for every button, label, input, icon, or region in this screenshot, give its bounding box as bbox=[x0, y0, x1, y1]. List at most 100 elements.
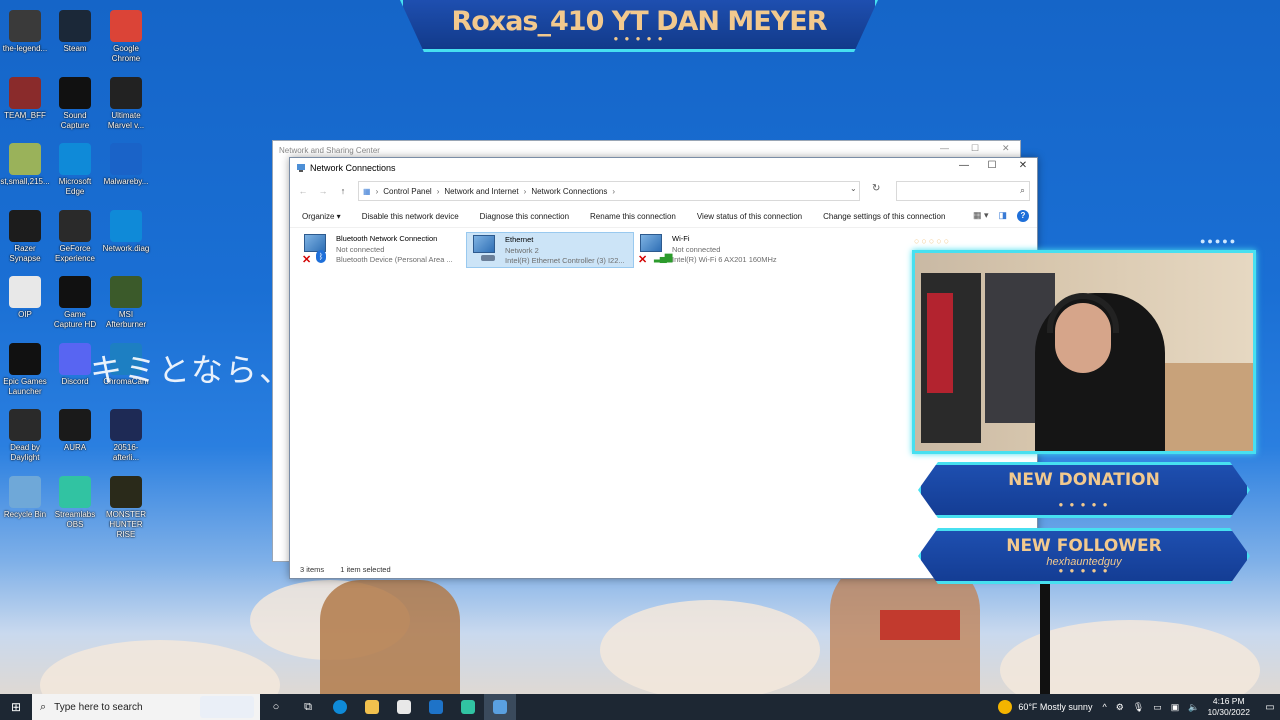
desktop-icon[interactable]: Razer Synapse bbox=[0, 206, 50, 264]
desktop-icon[interactable]: Malwareby... bbox=[101, 139, 151, 187]
desktop-icon[interactable]: MSI Afterburner bbox=[101, 272, 151, 330]
desktop-icon[interactable]: OIP bbox=[0, 272, 50, 320]
app-icon bbox=[110, 209, 142, 242]
network-tray-icon[interactable]: ▣ bbox=[1171, 702, 1180, 713]
connection-name: Wi-Fi bbox=[672, 234, 690, 243]
search-box[interactable]: ⌕ bbox=[896, 181, 1030, 202]
minimize-icon[interactable]: — bbox=[940, 143, 949, 153]
close-icon[interactable]: ✕ bbox=[1011, 160, 1035, 171]
tray-app-icon[interactable]: ⚙ bbox=[1116, 702, 1124, 713]
desktop-icon[interactable]: Network.diag bbox=[101, 206, 151, 254]
streamlabs-taskbar-icon[interactable] bbox=[452, 694, 484, 720]
app-icon bbox=[59, 76, 91, 109]
desktop-icon-label: MSI Afterburner bbox=[105, 310, 147, 329]
forward-arrow-icon[interactable]: → bbox=[316, 186, 330, 196]
desktop-icon-label: Ultimate Marvel v... bbox=[107, 110, 145, 130]
network-adapter-icon: ✕ ▂▄▆ bbox=[638, 234, 673, 266]
desktop-icon[interactable]: AURA bbox=[50, 405, 100, 453]
taskbar-search[interactable]: ⌕ Type here to search bbox=[32, 694, 260, 720]
diagnose-connection-button[interactable]: Diagnose this connection bbox=[480, 212, 569, 221]
desktop-icon[interactable]: the-legend... bbox=[0, 6, 50, 54]
task-view-icon[interactable]: ⧉ bbox=[292, 694, 324, 720]
stream-banner: Roxas_410 YT DAN MEYER ● ● ● ● ● bbox=[400, 0, 878, 52]
weather-widget[interactable]: 60°F Mostly sunny bbox=[998, 700, 1092, 714]
microphone-icon[interactable]: 🎙 bbox=[1133, 702, 1144, 713]
app-icon bbox=[59, 409, 91, 441]
connection-item-bluetooth[interactable]: ✕ ᛒ Bluetooth Network Connection Not con… bbox=[298, 232, 466, 268]
clock-date: 10/30/2022 bbox=[1207, 707, 1250, 717]
breadcrumb-item[interactable]: Network and Internet bbox=[444, 187, 518, 196]
up-arrow-icon[interactable]: ↑ bbox=[336, 186, 350, 196]
network-connections-taskbar-icon[interactable] bbox=[484, 694, 516, 720]
desktop-icon[interactable]: GeForce Experience bbox=[50, 206, 100, 264]
desktop-icon-label: Epic Games Launcher bbox=[3, 376, 47, 396]
address-history-dropdown-icon[interactable]: ⌄ bbox=[850, 184, 857, 193]
desktop-icon[interactable]: st,small,215... bbox=[0, 139, 50, 187]
desktop-icon[interactable]: Dead by Daylight bbox=[0, 405, 50, 463]
ethernet-cable-icon bbox=[481, 255, 495, 261]
notification-center-icon[interactable]: ▭ bbox=[1260, 702, 1280, 713]
desktop-icon-label: Malwareby... bbox=[103, 177, 149, 186]
cortana-icon[interactable]: ○ bbox=[260, 694, 292, 720]
maximize-icon[interactable]: ☐ bbox=[971, 143, 979, 154]
wifi-signal-icon: ▂▄▆ bbox=[654, 252, 673, 263]
rename-connection-button[interactable]: Rename this connection bbox=[590, 212, 676, 221]
desktop-icon[interactable]: Recycle Bin bbox=[0, 472, 50, 520]
clock[interactable]: 4:16 PM 10/30/2022 bbox=[1207, 696, 1250, 718]
preview-pane-icon[interactable]: ◨ bbox=[998, 210, 1007, 222]
desktop-icon[interactable]: Game Capture HD bbox=[50, 272, 100, 330]
desktop-icon[interactable]: MONSTER HUNTER RISE bbox=[101, 472, 151, 540]
webcam-frame-dots: ●●●●● bbox=[1200, 236, 1238, 246]
app-icon bbox=[59, 10, 91, 42]
taskbar-search-placeholder: Type here to search bbox=[54, 701, 143, 713]
status-bar: 3 items 1 item selected bbox=[300, 565, 391, 574]
desktop-icon[interactable]: Google Chrome bbox=[101, 6, 151, 64]
store-icon[interactable] bbox=[388, 694, 420, 720]
change-view-icon[interactable]: ▦ ▾ bbox=[973, 210, 989, 222]
desktop-icon[interactable]: Sound Capture bbox=[50, 73, 100, 131]
item-count: 3 items bbox=[300, 565, 325, 574]
close-icon[interactable]: ✕ bbox=[1002, 143, 1010, 154]
desktop-icon[interactable]: Streamlabs OBS bbox=[50, 472, 100, 530]
connection-device: Bluetooth Device (Personal Area ... bbox=[336, 255, 453, 264]
organize-button[interactable]: Organize ▾ bbox=[302, 212, 341, 221]
disable-device-button[interactable]: Disable this network device bbox=[362, 212, 459, 221]
window-titlebar[interactable]: Network Connections bbox=[290, 158, 1037, 178]
search-icon[interactable]: ⌕ bbox=[1020, 185, 1025, 196]
desktop-icon[interactable]: Epic Games Launcher bbox=[0, 339, 50, 397]
desktop-icon[interactable]: 20516-afterli... bbox=[101, 405, 151, 463]
maximize-icon[interactable]: ☐ bbox=[980, 160, 1004, 171]
mail-icon[interactable] bbox=[420, 694, 452, 720]
connection-item-ethernet[interactable]: Ethernet Network 2 Intel(R) Ethernet Con… bbox=[466, 232, 634, 268]
desktop-icon[interactable]: Ultimate Marvel v... bbox=[101, 73, 151, 131]
network-adapter-icon: ✕ ᛒ bbox=[302, 234, 330, 266]
selected-count: 1 item selected bbox=[340, 565, 391, 574]
disconnected-x-icon: ✕ bbox=[638, 254, 648, 266]
usb-icon[interactable]: ▭ bbox=[1153, 702, 1162, 713]
edge-taskbar-icon[interactable] bbox=[324, 694, 356, 720]
clock-time: 4:16 PM bbox=[1212, 696, 1245, 706]
desktop-icon[interactable]: TEAM_BFF bbox=[0, 73, 50, 121]
search-input[interactable] bbox=[901, 183, 1011, 202]
app-icon bbox=[9, 475, 41, 508]
file-explorer-icon[interactable] bbox=[356, 694, 388, 720]
connection-item-wifi[interactable]: ✕ ▂▄▆ Wi-Fi Not connected Intel(R) Wi-Fi… bbox=[634, 232, 802, 268]
desktop-icon[interactable]: Steam bbox=[50, 6, 100, 54]
show-hidden-icons-chevron-icon[interactable]: ^ bbox=[1102, 702, 1106, 713]
desktop-icon-label: Steam bbox=[63, 44, 87, 53]
start-windows-icon[interactable]: ⊞ bbox=[0, 694, 32, 720]
desktop-icon[interactable]: Microsoft Edge bbox=[50, 139, 100, 197]
app-icon bbox=[59, 276, 91, 308]
breadcrumb-item[interactable]: Network Connections bbox=[531, 187, 607, 196]
view-status-button[interactable]: View status of this connection bbox=[697, 212, 802, 221]
breadcrumb-item[interactable]: Control Panel bbox=[383, 187, 431, 196]
refresh-icon[interactable]: ↻ bbox=[872, 183, 880, 194]
help-icon[interactable]: ? bbox=[1017, 210, 1029, 222]
volume-icon[interactable]: 🔈 bbox=[1188, 702, 1199, 713]
minimize-icon[interactable]: — bbox=[952, 160, 976, 171]
banner-dots: ● ● ● ● ● bbox=[613, 34, 665, 43]
change-settings-button[interactable]: Change settings of this connection bbox=[823, 212, 945, 221]
breadcrumb[interactable]: ▦ › Control Panel › Network and Internet… bbox=[358, 181, 860, 201]
desktop-icon-label: Microsoft Edge bbox=[58, 177, 92, 196]
back-arrow-icon[interactable]: ← bbox=[296, 186, 310, 196]
